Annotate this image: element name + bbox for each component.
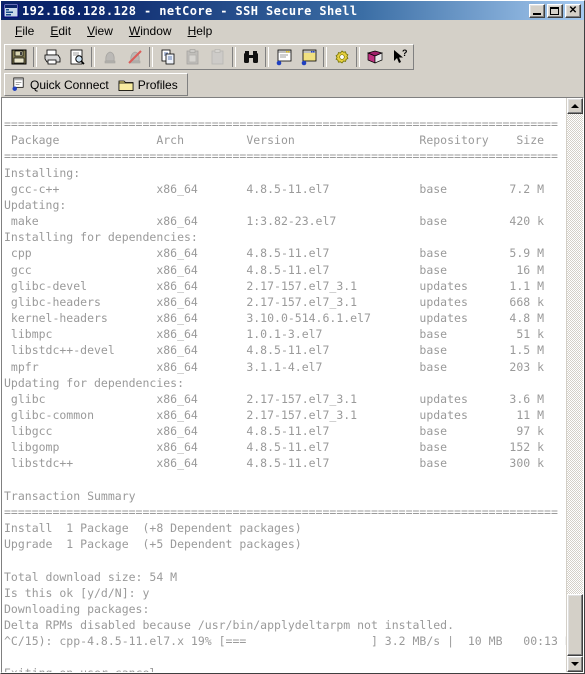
close-button[interactable]: ✕ xyxy=(565,3,581,18)
menu-view-label: iew xyxy=(94,23,113,38)
scroll-down-arrow-icon xyxy=(571,662,579,666)
ssh-terminal-icon xyxy=(3,3,19,18)
menu-help-label: elp xyxy=(196,23,213,38)
print-button[interactable] xyxy=(39,45,64,69)
paste-icon xyxy=(186,49,198,65)
terminal-lines: ========================================… xyxy=(4,117,566,672)
menu-window-accel: W xyxy=(128,23,141,38)
settings-button[interactable] xyxy=(329,45,354,69)
svg-text:?: ? xyxy=(402,48,408,58)
folder-icon xyxy=(118,80,134,91)
copy-button[interactable] xyxy=(155,45,180,69)
menu-file-label: ile xyxy=(22,23,35,38)
connect-button[interactable] xyxy=(97,45,122,69)
new-terminal-button[interactable] xyxy=(271,45,296,69)
scroll-up-arrow-icon xyxy=(571,104,579,108)
file-transfer-window-icon xyxy=(301,49,316,66)
profiles-label: Profiles xyxy=(137,77,178,92)
help-button[interactable] xyxy=(362,45,387,69)
toolbar-separator xyxy=(232,47,236,67)
scroll-thumb[interactable] xyxy=(567,594,583,656)
maximize-icon xyxy=(550,6,559,15)
binoculars-icon xyxy=(243,51,258,63)
cut-button[interactable] xyxy=(205,45,230,69)
arrow-question-icon: ? xyxy=(393,48,408,63)
menu-view[interactable]: View xyxy=(79,22,121,40)
context-help-button[interactable]: ? xyxy=(387,45,412,69)
menu-help[interactable]: Help xyxy=(180,22,221,40)
printer-icon xyxy=(44,49,60,65)
scroll-track[interactable] xyxy=(567,114,583,656)
cut-clipboard-icon xyxy=(211,49,223,65)
menu-window[interactable]: Window xyxy=(121,22,180,40)
terminal-text: ========================================… xyxy=(4,100,566,672)
menu-help-accel: H xyxy=(187,23,197,38)
copy-icon xyxy=(161,49,174,65)
paste-button[interactable] xyxy=(180,45,205,69)
toolbar: ? xyxy=(1,42,584,72)
ssh-secure-shell-window: 192.168.128.128 - netCore - SSH Secure S… xyxy=(0,0,585,674)
menu-edit[interactable]: Edit xyxy=(42,22,79,40)
scroll-down-button[interactable] xyxy=(567,656,583,672)
new-file-transfer-button[interactable] xyxy=(296,45,321,69)
terminal-output-area[interactable]: ========================================… xyxy=(2,98,566,672)
minimize-button[interactable] xyxy=(529,3,545,18)
print-preview-icon xyxy=(70,49,85,65)
close-icon: ✕ xyxy=(568,4,578,16)
window-title: 192.168.128.128 - netCore - SSH Secure S… xyxy=(22,3,358,18)
connect-bar: Quick Connect Profiles xyxy=(1,72,584,97)
menu-edit-label: dit xyxy=(58,23,72,38)
minimize-icon xyxy=(533,12,541,15)
toolbar-separator xyxy=(33,47,37,67)
disconnect-button[interactable] xyxy=(122,45,147,69)
find-button[interactable] xyxy=(238,45,263,69)
window-controls: ✕ xyxy=(529,3,582,18)
disconnect-icon xyxy=(127,50,142,64)
save-button[interactable] xyxy=(6,45,31,69)
gear-settings-icon xyxy=(335,50,348,64)
toolbar-button-group: ? xyxy=(4,44,414,70)
toolbar-separator xyxy=(149,47,153,67)
menubar: File Edit View Window Help xyxy=(1,20,584,42)
titlebar[interactable]: 192.168.128.128 - netCore - SSH Secure S… xyxy=(1,1,584,20)
terminal-panel: ========================================… xyxy=(1,97,584,673)
toolbar-separator xyxy=(265,47,269,67)
connect-plug-icon xyxy=(104,51,115,64)
toolbar-separator xyxy=(356,47,360,67)
toolbar-separator xyxy=(91,47,95,67)
menu-file[interactable]: File xyxy=(7,22,42,40)
floppy-disk-icon xyxy=(11,49,26,65)
quick-connect-label: Quick Connect xyxy=(30,77,109,92)
profiles-button[interactable]: Profiles xyxy=(115,77,184,93)
scroll-up-button[interactable] xyxy=(567,98,583,114)
connect-bar-group: Quick Connect Profiles xyxy=(4,73,188,96)
quick-connect-button[interactable]: Quick Connect xyxy=(8,76,115,93)
vertical-scrollbar[interactable] xyxy=(566,98,583,672)
menu-window-label: indow xyxy=(140,23,172,38)
help-book-icon xyxy=(366,50,383,64)
menu-view-accel: V xyxy=(87,23,95,38)
print-preview-button[interactable] xyxy=(64,45,89,69)
maximize-button[interactable] xyxy=(547,3,563,18)
quick-connect-icon xyxy=(12,77,24,91)
new-terminal-window-icon xyxy=(276,49,291,66)
toolbar-separator xyxy=(323,47,327,67)
